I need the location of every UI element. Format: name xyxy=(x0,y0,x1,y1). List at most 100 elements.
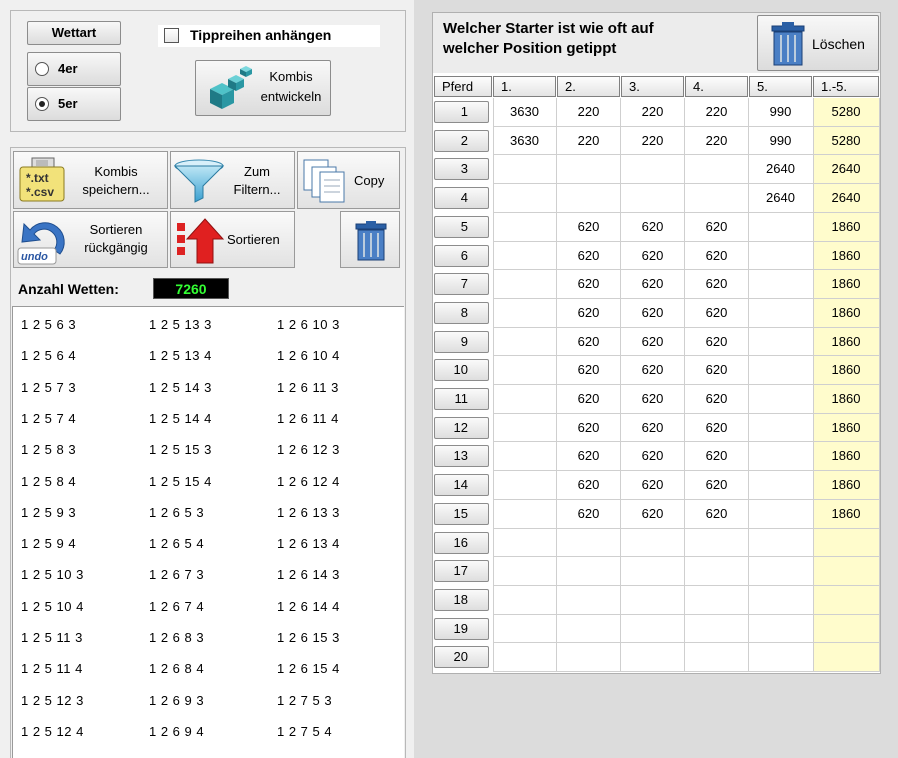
radio-4er[interactable]: 4er xyxy=(27,52,121,86)
pferd-row-button[interactable]: 12 xyxy=(434,416,489,439)
list-item[interactable]: 1 2 6 15 3 xyxy=(277,630,340,645)
list-item[interactable]: 1 2 5 7 4 xyxy=(21,411,76,426)
pferd-row-button[interactable]: 19 xyxy=(434,617,489,640)
list-item[interactable]: 1 2 6 10 3 xyxy=(277,317,340,332)
count-cell: 620 xyxy=(641,333,664,349)
list-item[interactable]: 1 2 5 14 4 xyxy=(149,411,212,426)
column-header[interactable]: 2. xyxy=(557,76,620,97)
list-item[interactable]: 1 2 5 10 3 xyxy=(21,567,84,582)
list-item[interactable]: 1 2 6 7 4 xyxy=(149,599,204,614)
count-cell: 990 xyxy=(769,104,792,119)
list-item[interactable]: 1 2 6 7 3 xyxy=(149,567,204,582)
list-item[interactable]: 1 2 5 14 3 xyxy=(149,380,212,395)
list-item[interactable]: 1 2 5 12 4 xyxy=(21,724,84,739)
count-cell: 620 xyxy=(641,247,664,263)
list-item[interactable]: 1 2 7 5 4 xyxy=(277,724,332,739)
sort-arrow-icon xyxy=(177,218,225,264)
list-item[interactable]: 1 2 5 7 3 xyxy=(21,380,76,395)
filter-line2: Filtern... xyxy=(233,182,281,197)
kombis-entwickeln-button[interactable]: Kombis entwickeln xyxy=(195,60,331,116)
pferd-row-button[interactable]: 8 xyxy=(434,301,489,324)
pferd-row-button[interactable]: 2 xyxy=(434,129,489,152)
list-delete-button[interactable] xyxy=(340,211,400,268)
count-cell: 620 xyxy=(641,448,664,464)
list-item[interactable]: 1 2 5 9 4 xyxy=(21,536,76,551)
pferd-row-button[interactable]: 7 xyxy=(434,273,489,296)
pferd-row-button[interactable]: 11 xyxy=(434,388,489,410)
list-item[interactable]: 1 2 5 8 4 xyxy=(21,474,76,489)
list-item[interactable]: 1 2 7 5 3 xyxy=(277,693,332,708)
zum-filtern-button[interactable]: Zum Filtern... xyxy=(170,151,295,209)
count-cell: 620 xyxy=(705,362,728,378)
list-item[interactable]: 1 2 5 9 3 xyxy=(21,505,76,520)
list-item[interactable]: 1 2 6 14 3 xyxy=(277,567,340,582)
combinations-list[interactable]: 1 2 5 6 3 1 2 5 13 3 1 2 6 10 3 1 2 5 6 4 1 … xyxy=(12,306,404,758)
radio-5er-circle[interactable] xyxy=(35,97,49,111)
pferd-row-button[interactable]: 3 xyxy=(434,158,489,181)
list-item[interactable]: 1 2 5 11 4 xyxy=(21,661,83,676)
list-item[interactable]: 1 2 5 6 3 xyxy=(21,317,76,332)
pferd-row-button[interactable]: 13 xyxy=(434,445,489,468)
list-item[interactable]: 1 2 5 12 3 xyxy=(21,693,84,708)
pferd-row-button[interactable]: 18 xyxy=(434,588,489,611)
list-item[interactable]: 1 2 6 14 4 xyxy=(277,599,340,614)
pferd-row-button[interactable]: 20 xyxy=(434,646,489,669)
pferd-row-button[interactable]: 17 xyxy=(434,560,489,583)
count-cell xyxy=(751,356,810,384)
list-item[interactable]: 1 2 6 9 4 xyxy=(149,724,204,739)
total-cell: 5280 xyxy=(831,104,861,119)
column-header[interactable]: 1.-5. xyxy=(813,76,879,97)
grid-line xyxy=(813,98,814,672)
pferd-row-button[interactable]: 16 xyxy=(434,531,489,554)
list-item[interactable]: 1 2 5 13 3 xyxy=(149,317,212,332)
radio-5er[interactable]: 5er xyxy=(27,87,121,121)
pferd-row-button[interactable]: 14 xyxy=(434,474,489,497)
list-item[interactable]: 1 2 6 5 3 xyxy=(149,505,204,520)
count-cell xyxy=(751,299,810,327)
count-cell: 620 xyxy=(577,276,600,292)
pferd-row-button[interactable]: 5 xyxy=(434,215,489,238)
list-item[interactable]: 1 2 6 11 4 xyxy=(277,411,339,426)
kombis-speichern-button[interactable]: *.txt *.csv Kombis speichern... xyxy=(13,151,168,209)
tippreihen-checkbox[interactable] xyxy=(164,28,179,43)
pferd-row-button[interactable]: 9 xyxy=(434,330,489,353)
list-item[interactable]: 1 2 5 15 3 xyxy=(149,442,212,457)
total-cell: 1860 xyxy=(831,391,861,406)
count-cell: 620 xyxy=(705,505,728,521)
sortieren-rueckgaengig-button[interactable]: undo Sortieren rückgängig xyxy=(13,211,168,268)
column-header[interactable]: 4. xyxy=(685,76,748,97)
loeschen-button[interactable]: Löschen xyxy=(757,15,879,71)
list-item[interactable]: 1 2 6 12 3 xyxy=(277,442,340,457)
list-item[interactable]: 1 2 6 12 4 xyxy=(277,474,340,489)
pferd-row-button[interactable]: 15 xyxy=(434,502,489,525)
list-item[interactable]: 1 2 6 5 4 xyxy=(149,536,204,551)
list-item[interactable]: 1 2 5 8 3 xyxy=(21,442,76,457)
tippreihen-checkbox-row[interactable]: Tippreihen anhängen xyxy=(158,25,380,47)
list-item[interactable]: 1 2 6 15 4 xyxy=(277,661,340,676)
sortieren-button[interactable]: Sortieren xyxy=(170,211,295,268)
column-header[interactable]: 1. xyxy=(493,76,556,97)
copy-button[interactable]: Copy xyxy=(297,151,400,209)
list-item[interactable]: 1 2 5 11 3 xyxy=(21,630,83,645)
radio-5er-label: 5er xyxy=(58,96,78,111)
pferd-row-button[interactable]: 10 xyxy=(434,359,489,382)
column-header[interactable]: 5. xyxy=(749,76,812,97)
list-item[interactable]: 1 2 6 11 3 xyxy=(277,380,339,395)
list-item[interactable]: 1 2 5 6 4 xyxy=(21,348,76,363)
column-header[interactable]: 3. xyxy=(621,76,684,97)
list-item[interactable]: 1 2 6 8 4 xyxy=(149,661,204,676)
list-item[interactable]: 1 2 6 13 4 xyxy=(277,536,340,551)
loeschen-label: Löschen xyxy=(812,36,865,52)
radio-4er-circle[interactable] xyxy=(35,62,49,76)
list-item[interactable]: 1 2 6 13 3 xyxy=(277,505,340,520)
list-item[interactable]: 1 2 6 9 3 xyxy=(149,693,204,708)
pferd-row-button[interactable]: 1 xyxy=(434,101,489,123)
list-item[interactable]: 1 2 5 15 4 xyxy=(149,474,212,489)
column-header[interactable]: Pferd xyxy=(434,76,492,97)
list-item[interactable]: 1 2 5 13 4 xyxy=(149,348,212,363)
list-item[interactable]: 1 2 5 10 4 xyxy=(21,599,84,614)
list-item[interactable]: 1 2 6 8 3 xyxy=(149,630,204,645)
list-item[interactable]: 1 2 6 10 4 xyxy=(277,348,340,363)
pferd-row-button[interactable]: 6 xyxy=(434,244,489,267)
pferd-row-button[interactable]: 4 xyxy=(434,187,489,210)
